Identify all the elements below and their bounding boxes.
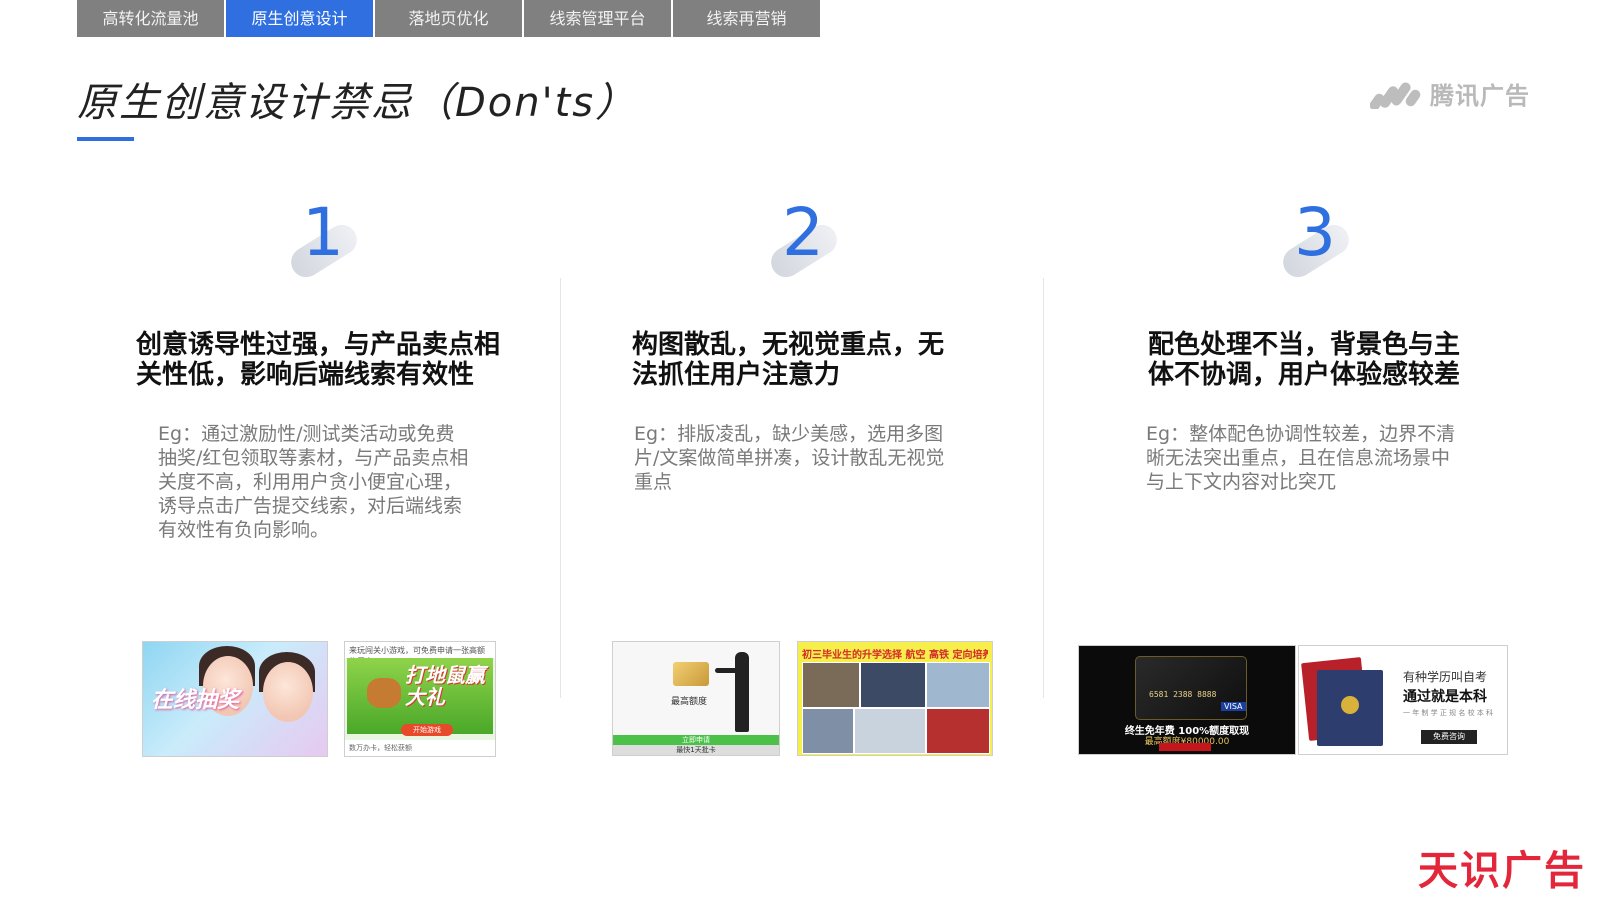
start-game-button: 开始游戏 [401, 724, 453, 736]
desc-line: Eg：通过激励性/测试类活动或免费 [158, 423, 455, 445]
ad-header-text: 初三毕业生的升学选择 航空 高铁 定向培养 [802, 650, 988, 661]
page-title: 原生创意设计禁忌（Don'ts） [77, 80, 638, 126]
ad-answer: 通过就是本科 [1403, 689, 1487, 705]
column-heading: 创意诱导性过强，与产品卖点相 关性低，影响后端线索有效性 [136, 330, 556, 390]
number-label: 1 [302, 194, 344, 271]
apply-button [1159, 743, 1211, 751]
collage-photo [802, 708, 854, 754]
example-ad-lottery-image: 在线抽奖 [142, 641, 328, 757]
credit-card-icon [673, 662, 709, 686]
number-label: 3 [1294, 194, 1336, 271]
number-label: 2 [782, 194, 824, 271]
desc-line: 重点 [634, 471, 673, 493]
mole-icon [367, 678, 401, 708]
desc-line: Eg：整体配色协调性较差，边界不清 [1146, 423, 1456, 445]
ad-question: 有种学历叫自考 [1403, 670, 1488, 684]
desc-line: 关度不高，利用用户贪小便宜心理， [158, 471, 463, 493]
example-ad-credit-card-image: 最高额度 立即申请 最快1天批卡 [612, 641, 780, 756]
collage-photo [854, 708, 926, 754]
desc-line: 晰无法突出重点，且在信息流场景中 [1146, 447, 1451, 469]
emblem-icon [1341, 696, 1359, 714]
ad-caption: 最高额度 [671, 697, 708, 707]
brand-logo: 腾讯广告 [1370, 76, 1530, 111]
heading-line: 配色处理不当，背景色与主 [1148, 330, 1461, 360]
ad-slogan: 打地鼠赢大礼 [405, 663, 485, 709]
top-nav: 高转化流量池 原生创意设计 落地页优化 线索管理平台 线索再营销 [77, 0, 822, 37]
ad-small-text: 一 年 制 学 正 规 名 校 本 科 [1403, 709, 1494, 717]
heading-line: 关性低，影响后端线索有效性 [136, 360, 475, 390]
example-ad-diploma-image: 有种学历叫自考 通过就是本科 一 年 制 学 正 规 名 校 本 科 免费咨询 [1298, 645, 1508, 755]
tab-native-creative-design[interactable]: 原生创意设计 [226, 0, 373, 37]
visa-logo: VISA [1221, 702, 1246, 711]
collage-photo [926, 662, 990, 708]
ad-top-text: 来玩闯关小游戏，可免费申请一张高额信用卡! [345, 642, 495, 666]
desc-line: 与上下文内容对比突兀 [1146, 471, 1337, 493]
desc-line: 片/文案做简单拼凑，设计散乱无视觉 [634, 447, 945, 469]
desc-line: 抽奖/红包领取等素材，与产品卖点相 [158, 447, 469, 469]
desc-line: 有效性有负向影响。 [158, 519, 330, 541]
column-description: Eg：整体配色协调性较差，边界不清 晰无法突出重点，且在信息流场景中 与上下文内… [1146, 422, 1516, 494]
desc-line: Eg：排版凌乱，缺少美感，选用多图 [634, 423, 944, 445]
desc-line: 诱导点击广告提交线索，对后端线索 [158, 495, 463, 517]
ad-slogan: 在线抽奖 [151, 688, 240, 713]
column-divider [1043, 278, 1044, 698]
card-number: 6581 2388 8888 [1149, 690, 1217, 699]
heading-line: 构图散乱，无视觉重点，无 [632, 330, 945, 360]
heading-line: 创意诱导性过强，与产品卖点相 [136, 330, 501, 360]
column-heading: 配色处理不当，背景色与主 体不协调，用户体验感较差 [1148, 330, 1528, 390]
apply-bar: 立即申请 [613, 735, 779, 745]
heading-line: 体不协调，用户体验感较差 [1148, 360, 1461, 390]
example-ad-school-collage-image: 初三毕业生的升学选择 航空 高铁 定向培养 [797, 641, 993, 756]
collage-photo [860, 662, 926, 708]
column-description: Eg：排版凌乱，缺少美感，选用多图 片/文案做简单拼凑，设计散乱无视觉 重点 [634, 422, 1004, 494]
example-ad-whack-a-mole-image: 来玩闯关小游戏，可免费申请一张高额信用卡! 打地鼠赢大礼 开始游戏 数万办卡，轻… [344, 641, 496, 757]
tencent-ads-logo-icon [1370, 81, 1421, 109]
free-consult-button: 免费咨询 [1421, 730, 1477, 744]
column-description: Eg：通过激励性/测试类活动或免费 抽奖/红包领取等素材，与产品卖点相 关度不高… [158, 422, 538, 542]
ad-footer-text: 数万办卡，轻松获额 [345, 740, 495, 756]
tab-high-conversion-traffic[interactable]: 高转化流量池 [77, 0, 224, 37]
column-divider [560, 278, 561, 698]
person-figure [735, 652, 749, 732]
tab-lead-remarketing[interactable]: 线索再营销 [673, 0, 820, 37]
number-badge: 1 [285, 194, 378, 300]
title-underline [77, 137, 134, 141]
tab-landing-page-optimization[interactable]: 落地页优化 [375, 0, 522, 37]
column-heading: 构图散乱，无视觉重点，无 法抓住用户注意力 [632, 330, 1012, 390]
heading-line: 法抓住用户注意力 [632, 360, 841, 390]
collage-photo [926, 708, 990, 754]
collage-photo [802, 662, 860, 708]
example-ad-black-card-image: 6581 2388 8888 VISA 终生免年费 100%额度取现 最高额度¥… [1078, 645, 1296, 755]
watermark-text: 天识广告 [1418, 848, 1586, 894]
number-badge: 2 [765, 194, 858, 300]
number-badge: 3 [1277, 194, 1370, 300]
approval-bar: 最快1天批卡 [613, 745, 779, 755]
tab-lead-management-platform[interactable]: 线索管理平台 [524, 0, 671, 37]
person-face [263, 662, 313, 722]
brand-name: 腾讯广告 [1430, 82, 1530, 110]
